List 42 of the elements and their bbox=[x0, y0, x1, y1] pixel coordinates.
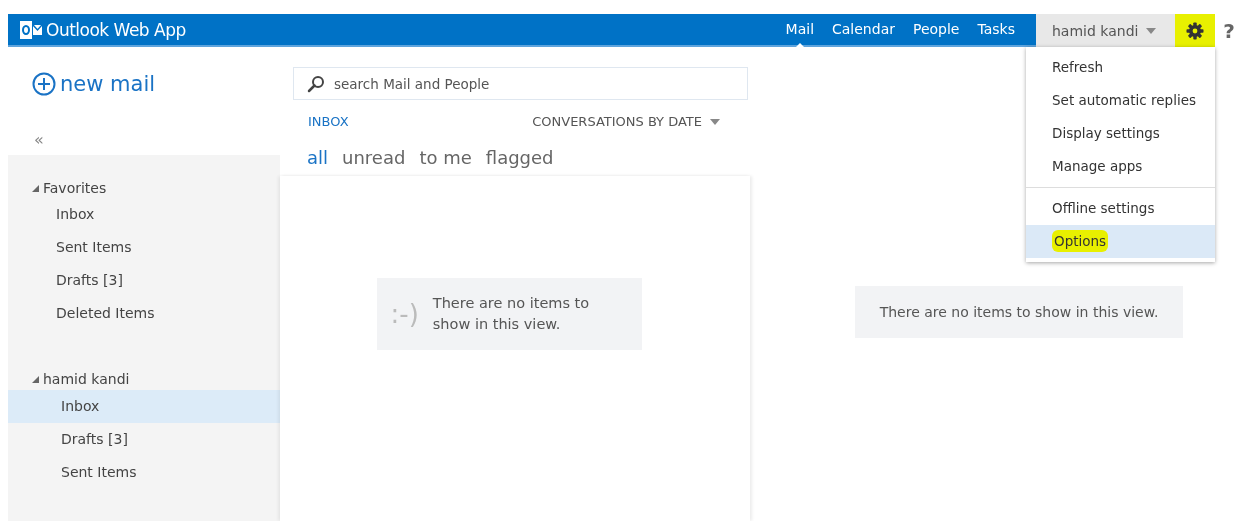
folder-title: INBOX bbox=[308, 114, 349, 129]
folder-group-header[interactable]: Favorites bbox=[8, 177, 280, 199]
nav-tab[interactable]: Calendar bbox=[823, 14, 904, 45]
user-menu-button[interactable]: hamid kandi bbox=[1036, 14, 1175, 47]
outlook-logo-icon bbox=[20, 20, 42, 39]
emoticon: :-) bbox=[390, 299, 419, 329]
folder-item[interactable]: Sent Items bbox=[8, 231, 280, 264]
app-title: Outlook Web App bbox=[46, 19, 186, 40]
nav-tab[interactable]: Mail bbox=[776, 14, 823, 45]
nav-tab[interactable]: Tasks bbox=[968, 14, 1024, 45]
new-mail-button[interactable]: new mail bbox=[32, 72, 156, 96]
folder-item[interactable]: Inbox bbox=[8, 390, 280, 423]
folder-item[interactable]: Drafts [3] bbox=[8, 423, 280, 456]
menu-item[interactable]: Offline settings bbox=[1026, 192, 1215, 225]
sort-dropdown[interactable]: CONVERSATIONS BY DATE bbox=[532, 114, 720, 129]
caret-icon bbox=[710, 118, 720, 125]
collapse-button[interactable]: « bbox=[34, 130, 44, 149]
menu-item[interactable]: Refresh bbox=[1026, 51, 1215, 84]
nav-tab[interactable]: People bbox=[903, 14, 969, 45]
expanded-triangle-icon bbox=[32, 375, 39, 383]
caret-icon bbox=[1146, 27, 1157, 34]
filter-tab[interactable]: to me bbox=[419, 147, 472, 168]
folder-item[interactable]: Drafts [3] bbox=[8, 264, 280, 297]
filter-tab[interactable]: unread bbox=[342, 147, 406, 168]
search-icon bbox=[307, 75, 325, 93]
folder-group-header[interactable]: hamid kandi bbox=[8, 368, 280, 390]
filter-tab[interactable]: all bbox=[307, 147, 329, 168]
empty-reading-pane-text: There are no items to show in this view. bbox=[855, 286, 1183, 338]
folder-item[interactable]: Sent Items bbox=[8, 456, 280, 489]
expanded-triangle-icon bbox=[32, 184, 39, 192]
search-field[interactable]: search Mail and People bbox=[293, 67, 748, 100]
folder-item[interactable]: Inbox bbox=[8, 198, 280, 231]
menu-item[interactable]: Options bbox=[1026, 225, 1215, 258]
empty-list-text: There are no items to show in this view. bbox=[432, 294, 591, 334]
menu-item[interactable]: Set automatic replies bbox=[1026, 84, 1215, 117]
folder-item[interactable]: Deleted Items bbox=[8, 297, 280, 330]
plus-circle-icon bbox=[32, 72, 56, 96]
filter-tab[interactable]: flagged bbox=[485, 147, 554, 168]
settings-button[interactable] bbox=[1175, 14, 1215, 47]
menu-item[interactable]: Manage apps bbox=[1026, 150, 1215, 183]
menu-item[interactable]: Display settings bbox=[1026, 117, 1215, 150]
settings-icon bbox=[1185, 20, 1205, 41]
